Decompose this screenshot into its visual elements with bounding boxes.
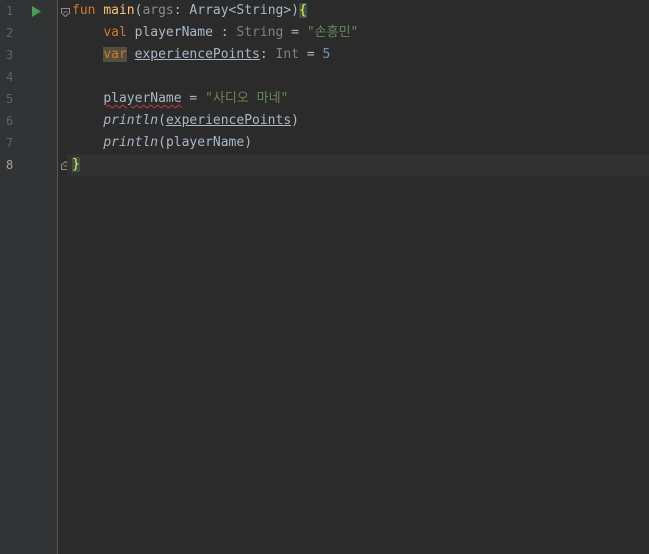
code-line-1[interactable]: fun main(args: Array<String>){ [67, 0, 649, 22]
line-number: 3 [6, 48, 14, 62]
function-call: println [103, 135, 159, 150]
function-call: println [103, 113, 159, 128]
fold-column [57, 0, 67, 554]
assign: = [283, 25, 307, 40]
string-literal: "손흥민" [306, 25, 359, 40]
line-number: 4 [6, 70, 14, 84]
type-name: Int [275, 47, 299, 62]
number-literal: 5 [322, 47, 331, 62]
variable-name-error: playerName [103, 91, 182, 106]
code-line-3[interactable]: var experiencePoints: Int = 5 [67, 44, 649, 66]
code-area[interactable]: fun main(args: Array<String>){ val playe… [67, 0, 649, 554]
brace-open: { [299, 3, 307, 18]
code-line-7[interactable]: println(playerName) [67, 132, 649, 154]
line-number: 5 [6, 92, 14, 106]
colon: : [259, 47, 276, 62]
keyword-fun: fun [72, 3, 96, 18]
argument: experiencePoints [165, 113, 292, 128]
paren: ) [291, 3, 299, 18]
assign: = [181, 91, 206, 106]
variable-name: playerName [126, 25, 213, 40]
parameter-type: Array<String> [189, 3, 292, 18]
brace-close: } [72, 157, 80, 172]
code-line-8[interactable]: } [67, 154, 649, 176]
code-editor[interactable]: 1 2 3 4 5 6 7 8 fun main(args: Array<Str… [0, 0, 649, 554]
line-number: 1 [6, 4, 14, 18]
variable-name: experiencePoints [134, 47, 260, 62]
paren: ( [158, 135, 166, 150]
paren: ) [244, 135, 253, 150]
keyword-var: var [103, 47, 127, 62]
code-line-4[interactable] [67, 66, 649, 88]
code-line-6[interactable]: println(experiencePoints) [67, 110, 649, 132]
line-number: 6 [6, 114, 14, 128]
function-name: main [103, 3, 135, 18]
type-name: String [236, 25, 284, 40]
argument: playerName [165, 135, 245, 150]
code-line-2[interactable]: val playerName : String = "손흥민" [67, 22, 649, 44]
line-number: 7 [6, 136, 14, 150]
assign: = [299, 47, 323, 62]
parameter-name: args [142, 3, 174, 18]
string-literal: "사디오 마네" [205, 91, 289, 106]
paren: ( [158, 113, 166, 128]
keyword-val: val [103, 25, 127, 40]
colon: : [212, 25, 237, 40]
line-number-current: 8 [6, 158, 14, 172]
run-gutter-icon[interactable] [29, 4, 43, 18]
line-number: 2 [6, 26, 14, 40]
colon: : [173, 3, 190, 18]
line-number-gutter: 1 2 3 4 5 6 7 8 [0, 0, 57, 554]
code-line-5[interactable]: playerName = "사디오 마네" [67, 88, 649, 110]
paren: ) [291, 113, 299, 128]
